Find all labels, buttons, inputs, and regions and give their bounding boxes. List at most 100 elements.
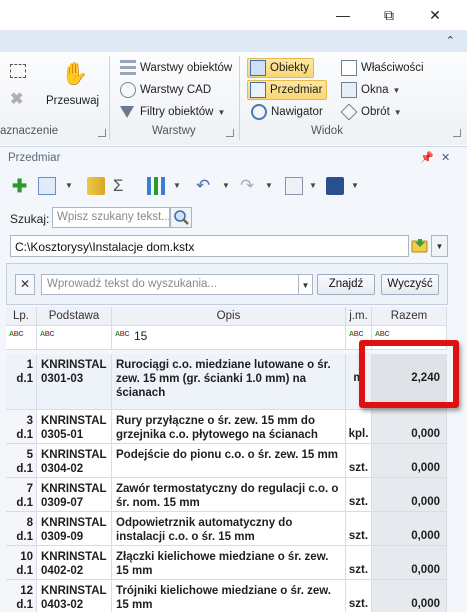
warstwy-cad-button[interactable]: Warstwy CAD [120,80,211,100]
cell-razem[interactable]: 0,000 [372,410,447,444]
layers-icon [120,60,136,76]
cell-opis[interactable]: Trójniki kielichowe miedziane o śr. zew.… [112,580,346,612]
table-row[interactable]: 3 d.1 KNRINSTAL 0305-01 Rury przyłączne o śr… [6,410,447,444]
obrot-button[interactable]: Obrót ▼ [340,102,402,122]
cell-pod[interactable]: KNRINSTAL 0309-07 [37,478,112,512]
cell-lp[interactable]: 1 d.1 [6,354,37,410]
col-header-jm[interactable]: j.m. [346,307,372,326]
nawigator-button[interactable]: Nawigator [251,102,323,122]
cell-opis[interactable]: Zawór termostatyczny do regulacji c.o. o… [112,478,346,512]
delete-icon[interactable]: ✖ [10,92,26,108]
col-header-razem[interactable]: Razem [372,307,447,326]
cell-razem[interactable]: 0,000 [372,580,447,612]
table-row[interactable]: 12 d.1 KNRINSTAL 0403-02 Trójniki kielichowe… [6,580,447,612]
cell-jm[interactable]: szt. [346,546,372,580]
cell-jm[interactable]: szt. [346,444,372,478]
panel-close-icon[interactable]: ✕ [441,151,450,164]
path-dropdown-button[interactable]: ▼ [431,235,448,257]
print-icon[interactable] [285,177,303,195]
clear-filter-icon[interactable]: ✕ [15,274,35,295]
pin-icon[interactable]: 📌 [420,151,434,164]
chevron-down-icon[interactable]: ▼ [173,181,181,190]
cell-lp[interactable]: 7 d.1 [6,478,37,512]
sum-icon[interactable]: Σ [113,177,131,195]
search-input[interactable]: Wpisz szukany tekst... [52,207,170,228]
cell-pod[interactable]: KNRINSTAL 0305-01 [37,410,112,444]
col-header-podstawa[interactable]: Podstawa [37,307,112,326]
minimize-button[interactable]: — [320,0,366,30]
chevron-down-icon[interactable]: ▼ [65,181,73,190]
cell-pod[interactable]: KNRINSTAL 0403-02 [37,580,112,612]
table-row[interactable]: 7 d.1 KNRINSTAL 0309-07 Zawór termostatyczny… [6,478,447,512]
cell-razem[interactable]: 0,000 [372,512,447,546]
cell-pod-line2: 0403-02 [41,599,84,611]
przesuwaj-button[interactable]: Przesuwaj [46,95,99,107]
col-header-opis[interactable]: Opis [112,307,346,326]
ribbon-collapse-icon[interactable]: ⌃ [446,34,455,47]
redo-icon[interactable]: ↷ [240,177,258,195]
cell-opis[interactable]: Złączki kielichowe miedziane o śr. zew. … [112,546,346,580]
cell-lp[interactable]: 10 d.1 [6,546,37,580]
warstwy-cad-label: Warstwy CAD [140,84,212,96]
warstwy-obiektow-button[interactable]: Warstwy obiektów [120,58,232,78]
group-launcher-warstwy[interactable] [226,129,234,137]
chevron-down-icon[interactable]: ▼ [265,181,273,190]
filter-cell-opis[interactable]: ABC 15 [112,326,346,350]
cell-opis[interactable]: Rurociągi c.o. miedziane lutowane o śr. … [112,354,346,410]
filter-cell-lp[interactable]: ABC [6,326,37,350]
add-document-icon[interactable] [38,177,56,195]
okna-button[interactable]: Okna ▼ [341,80,400,100]
cell-jm[interactable]: kpl. [346,410,372,444]
wlasciwosci-button[interactable]: Właściwości [341,58,424,78]
filtry-obiektow-button[interactable]: Filtry obiektów ▼ [120,102,225,122]
warstwy-obiektow-label: Warstwy obiektów [140,62,233,74]
cell-razem[interactable]: 0,000 [372,478,447,512]
table-row[interactable]: 5 d.1 KNRINSTAL 0304-02 Podejście do pionu c… [6,444,447,478]
table-row[interactable]: 10 d.1 KNRINSTAL 0402-02 Złączki kielichowe … [6,546,447,580]
przedmiar-toggle[interactable]: Przedmiar [247,80,328,100]
chart-icon[interactable] [147,177,165,195]
table-row[interactable]: 8 d.1 KNRINSTAL 0309-09 Odpowietrznik automa… [6,512,447,546]
search-button[interactable] [170,207,192,228]
windows-icon [341,82,357,98]
cell-opis[interactable]: Rury przyłączne o śr. zew. 15 mm do grze… [112,410,346,444]
clear-button[interactable]: Wyczyść [381,274,439,295]
undo-icon[interactable]: ↶ [196,177,214,195]
cell-lp-line1: 10 [20,551,33,563]
cell-jm[interactable]: szt. [346,580,372,612]
chevron-down-icon[interactable]: ▼ [351,181,359,190]
move-icon[interactable] [87,177,105,195]
find-button[interactable]: Znajdź [317,274,375,295]
chevron-down-icon[interactable]: ▼ [222,181,230,190]
filter-cell-podstawa[interactable]: ABC [37,326,112,350]
cell-lp[interactable]: 12 d.1 [6,580,37,612]
obiekty-toggle[interactable]: Obiekty [247,58,314,78]
cell-pod[interactable]: KNRINSTAL 0402-02 [37,546,112,580]
cell-pod[interactable]: KNRINSTAL 0309-09 [37,512,112,546]
chevron-down-icon[interactable]: ▼ [309,181,317,190]
cell-pod-line1: KNRINSTAL [41,551,107,563]
cell-jm[interactable]: szt. [346,512,372,546]
maximize-button[interactable]: ⧉ [366,0,412,30]
cell-lp[interactable]: 8 d.1 [6,512,37,546]
file-path-field[interactable]: C:\Kosztorysy\Instalacje dom.kstx [10,235,409,257]
cell-razem[interactable]: 0,000 [372,546,447,580]
cell-opis[interactable]: Podejście do pionu c.o. o śr. zew. 15 mm [112,444,346,478]
cell-opis[interactable]: Odpowietrznik automatyczny do instalacji… [112,512,346,546]
open-folder-icon[interactable] [410,235,430,257]
cell-lp[interactable]: 3 d.1 [6,410,37,444]
selection-rect-icon[interactable] [10,64,26,78]
group-launcher-oznaczenie[interactable] [98,129,106,137]
save-icon[interactable] [326,177,344,195]
close-button[interactable]: ✕ [412,0,458,30]
cell-pod[interactable]: KNRINSTAL 0304-02 [37,444,112,478]
add-icon[interactable]: ✚ [12,177,30,195]
filter-input[interactable]: Wprowadź tekst do wyszukania... [41,274,299,295]
cell-pod[interactable]: KNRINSTAL 0301-03 [37,354,112,410]
group-launcher-widok[interactable] [453,129,461,137]
filter-dropdown-button[interactable]: ▼ [299,274,313,295]
cell-lp[interactable]: 5 d.1 [6,444,37,478]
cell-jm[interactable]: szt. [346,478,372,512]
cell-razem[interactable]: 0,000 [372,444,447,478]
col-header-lp[interactable]: Lp. [6,307,37,326]
